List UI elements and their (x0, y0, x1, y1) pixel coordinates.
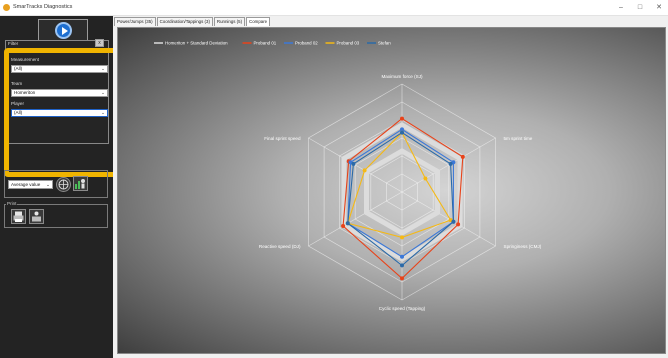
tab-runnings[interactable]: Runnings (5) (213, 17, 246, 26)
data-point-proband-01 (341, 224, 346, 228)
data-point-stefan (400, 263, 404, 268)
highlight-frame (4, 48, 131, 177)
data-point-proband-01 (400, 276, 404, 281)
chevron-down-icon: ⌄ (46, 182, 50, 187)
radar-chart-panel: Maximum force (SJ) 5m sprint time Springin… (117, 27, 666, 354)
data-point-proband-02 (400, 254, 404, 259)
axis-label: Final sprint speed (264, 136, 301, 141)
tab-bar: Power/Jumps (35) Coordination/Tappings (… (114, 17, 271, 26)
data-point-proband-03 (423, 176, 428, 181)
printer-icon[interactable] (11, 209, 26, 224)
tab-coordination-tappings[interactable]: Coordination/Tappings (3) (156, 17, 213, 26)
axis-label: 5m sprint time (504, 136, 533, 141)
data-point-stefan (451, 219, 456, 224)
filter-close-button[interactable]: x (95, 39, 104, 47)
legend-label: Stefan (378, 41, 391, 46)
title-bar: SmarTracks Diagnostics – □ ✕ (0, 0, 668, 16)
window-title: SmarTracks Diagnostics (13, 4, 73, 10)
data-point-stefan (345, 221, 350, 226)
axis-label: Springiness (CMJ) (504, 244, 542, 249)
data-point-proband-01 (460, 154, 465, 159)
data-point-proband-03 (400, 235, 404, 240)
data-point-proband-03 (362, 168, 367, 173)
play-icon (55, 22, 72, 39)
print-label: Print (6, 201, 18, 206)
tab-power-jumps[interactable]: Power/Jumps (35) (114, 17, 156, 26)
app-logo-icon (3, 4, 10, 11)
axis-label: Cyclic speed (Tapping) (379, 306, 426, 311)
maximize-button[interactable]: □ (633, 2, 647, 14)
legend-label: Proband 03 (337, 41, 360, 46)
aggregate-select[interactable]: Average value ⌄ (8, 180, 53, 189)
data-point-stefan (351, 161, 356, 166)
print-person-icon[interactable] (29, 209, 44, 224)
radar-chart: Maximum force (SJ) 5m sprint time Springin… (154, 41, 542, 311)
aggregate-value: Average value (11, 182, 41, 187)
legend-label: Homeriton + Standard Deviation (165, 41, 228, 46)
data-point-proband-01 (400, 116, 404, 121)
legend-label: Proband 01 (254, 41, 277, 46)
legend-label: Proband 02 (295, 41, 318, 46)
filter-title: Filter (8, 41, 19, 46)
globe-refresh-icon[interactable] (56, 177, 71, 192)
series-line-proband-01 (342, 117, 464, 280)
data-point-stefan (400, 130, 404, 135)
data-point-proband-01 (456, 222, 461, 227)
close-button[interactable]: ✕ (652, 2, 666, 14)
users-chart-icon[interactable] (73, 176, 88, 191)
data-point-stefan (448, 161, 453, 166)
minimize-button[interactable]: – (614, 2, 628, 14)
axis-label: Maximum force (SJ) (381, 74, 423, 79)
axis-label: Reactive speed (DJ) (259, 244, 301, 249)
tab-compare[interactable]: Compare (246, 17, 271, 26)
